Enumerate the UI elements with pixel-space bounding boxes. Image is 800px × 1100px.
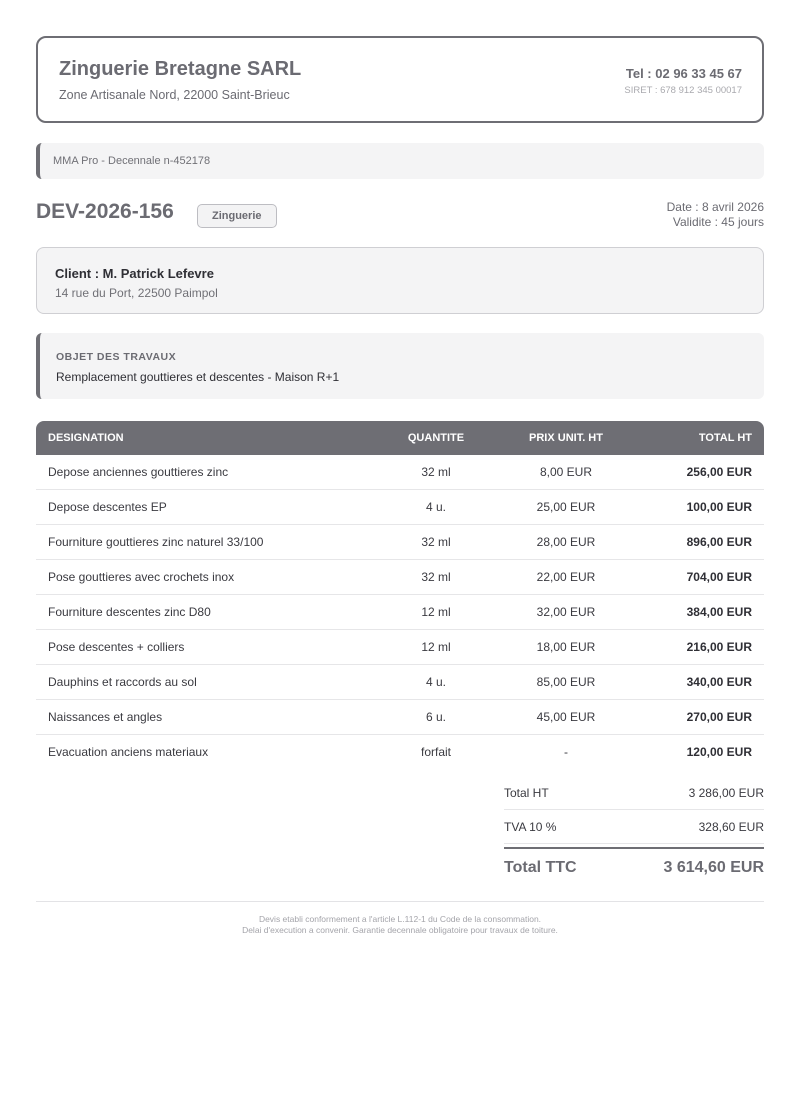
table-row: Fourniture gouttieres zinc naturel 33/10… [36, 525, 764, 560]
table-row: Depose anciennes gouttieres zinc 32 ml 8,0… [36, 455, 764, 490]
totals-block: Total HT 3 286,00 EUR TVA 10 % 328,60 EU… [504, 776, 764, 883]
table-row: Fourniture descentes zinc D80 12 ml 32,00 … [36, 595, 764, 630]
category-badge: Zinguerie [197, 204, 277, 228]
company-name: Zinguerie Bretagne SARL [59, 58, 302, 80]
cell-quantity: 12 ml [421, 640, 451, 654]
footer-notes: Devis etabli conformement a l'article L.… [36, 914, 764, 936]
insurance-bar: MMA Pro - Decennale n-452178 [36, 143, 764, 179]
cell-designation: Naissances et angles [48, 710, 163, 724]
cell-designation: Dauphins et raccords au sol [48, 675, 197, 689]
client-name: Client : M. Patrick Lefevre [55, 266, 214, 281]
table-row: Dauphins et raccords au sol 4 u. 85,00 EUR… [36, 665, 764, 700]
cell-total: 216,00 EUR [686, 640, 752, 654]
table-row: Depose descentes EP 4 u. 25,00 EUR 100,00 E… [36, 490, 764, 525]
cell-unit-price: 85,00 EUR [536, 675, 596, 689]
table-row: Evacuation anciens materiaux forfait - 120,… [36, 735, 764, 769]
cell-total: 704,00 EUR [686, 570, 752, 584]
quote-date: Date : 8 avril 2026 [666, 200, 764, 214]
cell-total: 120,00 EUR [686, 745, 752, 759]
tva-line: TVA 10 % 328,60 EUR [504, 810, 764, 844]
quote-validity: Validite : 45 jours [672, 215, 764, 229]
cell-unit-price: 18,00 EUR [536, 640, 596, 654]
cell-designation: Depose descentes EP [48, 500, 167, 514]
company-siret: SIRET : 678 912 345 00017 [624, 85, 742, 96]
quote-number: DEV-2026-156 [36, 200, 174, 223]
line-items-table: DESIGNATION QUANTITE PRIX UNIT. HT TOTAL… [36, 421, 764, 769]
table-header: DESIGNATION QUANTITE PRIX UNIT. HT TOTAL… [36, 421, 764, 455]
table-row: Pose descentes + colliers 12 ml 18,00 EUR 2… [36, 630, 764, 665]
cell-unit-price: 32,00 EUR [536, 605, 596, 619]
company-address: Zone Artisanale Nord, 22000 Saint-Brieuc [59, 88, 290, 102]
footer-line-2: Delai d'execution a convenir. Garantie d… [242, 925, 558, 935]
cell-total: 384,00 EUR [686, 605, 752, 619]
works-title: OBJET DES TRAVAUX [56, 351, 177, 363]
cell-quantity: 6 u. [425, 710, 446, 724]
tva-value: 328,60 EUR [698, 820, 764, 834]
cell-quantity: forfait [420, 745, 451, 759]
cell-quantity: 4 u. [425, 500, 446, 514]
header-designation: DESIGNATION [48, 432, 124, 444]
total-ht-label: Total HT [504, 786, 549, 800]
cell-unit-price: - [564, 745, 568, 759]
total-ttc-value: 3 614,60 EUR [663, 859, 764, 876]
insurance-text: MMA Pro - Decennale n-452178 [53, 155, 211, 167]
header-total: TOTAL HT [698, 432, 752, 444]
cell-total: 340,00 EUR [686, 675, 752, 689]
client-address: 14 rue du Port, 22500 Paimpol [55, 286, 218, 300]
cell-unit-price: 22,00 EUR [536, 570, 596, 584]
cell-designation: Depose anciennes gouttieres zinc [48, 465, 229, 479]
client-card: Client : M. Patrick Lefevre 14 rue du Po… [36, 247, 764, 314]
cell-unit-price: 28,00 EUR [536, 535, 596, 549]
cell-quantity: 12 ml [421, 605, 451, 619]
works-description: Remplacement gouttieres et descentes - M… [56, 370, 340, 384]
cell-quantity: 32 ml [421, 465, 451, 479]
cell-total: 256,00 EUR [686, 465, 752, 479]
company-header: Zinguerie Bretagne SARL Zone Artisanale … [36, 36, 764, 123]
table-row: Naissances et angles 6 u. 45,00 EUR 270,00 … [36, 700, 764, 735]
total-ttc-label: Total TTC [504, 859, 577, 876]
cell-designation: Evacuation anciens materiaux [48, 745, 209, 759]
table-row: Pose gouttieres avec crochets inox 32 ml 2… [36, 560, 764, 595]
cell-quantity: 4 u. [425, 675, 446, 689]
table-body: Depose anciennes gouttieres zinc 32 ml 8,0… [36, 455, 764, 769]
cell-designation: Fourniture gouttieres zinc naturel 33/10… [48, 535, 264, 549]
cell-total: 896,00 EUR [686, 535, 752, 549]
quote-document: Zinguerie Bretagne SARL Zone Artisanale … [0, 0, 800, 1100]
cell-designation: Pose gouttieres avec crochets inox [48, 570, 235, 584]
footer-divider [36, 901, 764, 902]
total-ht-value: 3 286,00 EUR [688, 786, 764, 800]
cell-quantity: 32 ml [421, 535, 451, 549]
total-ttc-line: Total TTC 3 614,60 EUR [504, 847, 764, 883]
works-section: OBJET DES TRAVAUX Remplacement gouttiere… [36, 333, 764, 399]
total-ht-line: Total HT 3 286,00 EUR [504, 776, 764, 810]
cell-designation: Fourniture descentes zinc D80 [48, 605, 211, 619]
cell-designation: Pose descentes + colliers [48, 640, 185, 654]
tva-label: TVA 10 % [504, 820, 557, 834]
footer-line-1: Devis etabli conformement a l'article L.… [258, 914, 542, 924]
cell-quantity: 32 ml [421, 570, 451, 584]
cell-total: 270,00 EUR [686, 710, 752, 724]
company-phone: Tel : 02 96 33 45 67 [625, 66, 742, 81]
header-unit-price: PRIX UNIT. HT [529, 432, 603, 444]
cell-unit-price: 45,00 EUR [536, 710, 596, 724]
cell-unit-price: 8,00 EUR [539, 465, 593, 479]
header-quantity: QUANTITE [407, 432, 465, 444]
cell-unit-price: 25,00 EUR [536, 500, 596, 514]
cell-total: 100,00 EUR [686, 500, 752, 514]
